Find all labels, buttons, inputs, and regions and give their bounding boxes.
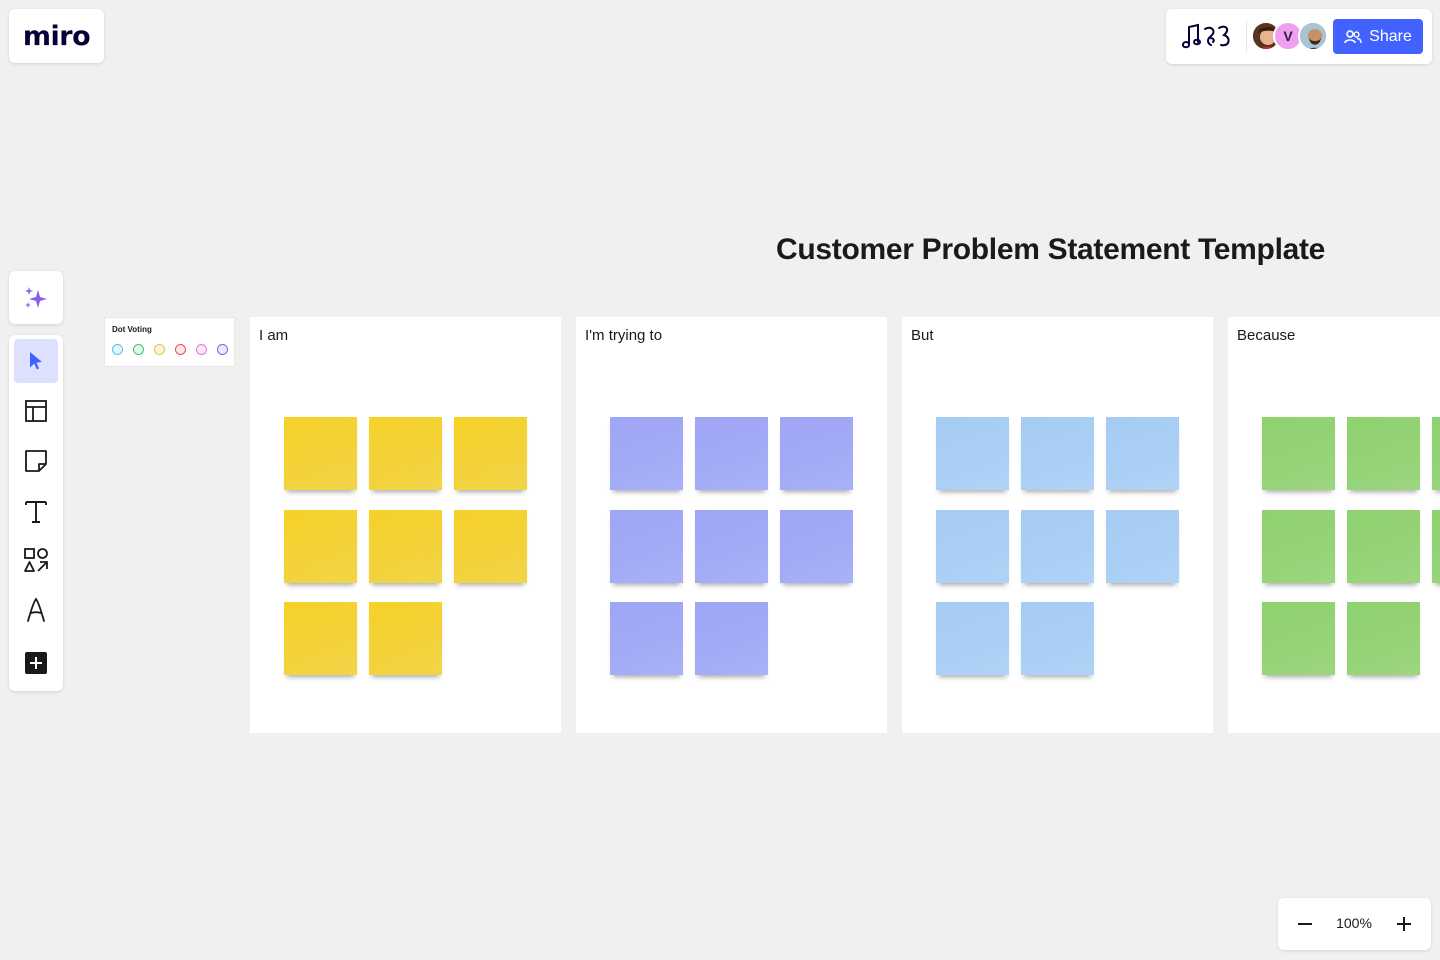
reactions-icon[interactable] — [1180, 21, 1234, 51]
sticky-note[interactable] — [1347, 417, 1420, 490]
divider — [1246, 21, 1247, 52]
frame-i-am[interactable]: I am — [250, 317, 561, 733]
sticky-note[interactable] — [284, 602, 357, 675]
sticky-note[interactable] — [695, 510, 768, 583]
sticky-note[interactable] — [610, 602, 683, 675]
vote-dot-cyan[interactable] — [112, 344, 123, 355]
sticky-note[interactable] — [1262, 602, 1335, 675]
frame-label: I'm trying to — [585, 327, 663, 344]
sticky-note[interactable] — [610, 510, 683, 583]
sticky-note[interactable] — [1021, 510, 1094, 583]
sticky-note[interactable] — [1347, 510, 1420, 583]
sticky-note-tool[interactable] — [14, 439, 58, 483]
zoom-out-button[interactable] — [1291, 910, 1319, 938]
dot-voting-widget[interactable]: Dot Voting — [104, 317, 235, 367]
sticky-note[interactable] — [1262, 510, 1335, 583]
sticky-note[interactable] — [284, 510, 357, 583]
dot-voting-title: Dot Voting — [112, 325, 152, 334]
sticky-note[interactable] — [454, 417, 527, 490]
sticky-note[interactable] — [936, 602, 1009, 675]
board-canvas[interactable]: miro V Share Customer Problem Statement … — [0, 0, 1440, 960]
pen-icon — [27, 597, 45, 622]
share-label: Share — [1369, 27, 1412, 45]
logo-panel[interactable]: miro — [9, 9, 104, 63]
plus-icon — [25, 652, 47, 674]
text-tool[interactable] — [14, 489, 58, 533]
sticky-note[interactable] — [936, 510, 1009, 583]
cursor-icon — [30, 352, 42, 370]
shapes-icon — [24, 548, 48, 572]
text-icon — [25, 501, 47, 523]
select-tool[interactable] — [14, 339, 58, 383]
avatar-initial: V — [1283, 28, 1293, 44]
sticky-note[interactable] — [369, 602, 442, 675]
frame-because[interactable]: Because — [1228, 317, 1440, 733]
vote-dot-green[interactable] — [133, 344, 144, 355]
more-tools-button[interactable] — [14, 641, 58, 685]
vote-dot-yellow[interactable] — [154, 344, 165, 355]
people-icon — [1344, 29, 1362, 43]
pen-tool[interactable] — [14, 588, 58, 632]
minus-icon — [1298, 923, 1312, 925]
creation-toolbar — [9, 335, 63, 691]
miro-logo: miro — [22, 20, 91, 52]
sticky-note[interactable] — [1106, 510, 1179, 583]
collaboration-bar: V Share — [1166, 9, 1432, 64]
sticky-note[interactable] — [695, 417, 768, 490]
sticky-note-icon — [25, 450, 47, 472]
board-title[interactable]: Customer Problem Statement Template — [776, 233, 1396, 267]
share-button[interactable]: Share — [1333, 19, 1423, 54]
sticky-note[interactable] — [1432, 417, 1440, 490]
layout-icon — [25, 400, 47, 422]
sticky-note[interactable] — [1347, 602, 1420, 675]
avatar[interactable] — [1298, 21, 1328, 51]
sticky-note[interactable] — [369, 510, 442, 583]
vote-dot-purple[interactable] — [217, 344, 228, 355]
sparkle-icon — [25, 286, 47, 308]
sticky-note[interactable] — [1021, 602, 1094, 675]
zoom-level[interactable]: 100% — [1326, 915, 1382, 931]
sticky-note[interactable] — [1432, 510, 1440, 583]
sticky-note[interactable] — [936, 417, 1009, 490]
plus-icon — [1397, 917, 1411, 931]
sticky-note[interactable] — [284, 417, 357, 490]
frame-label: Because — [1237, 327, 1296, 344]
vote-dot-red[interactable] — [175, 344, 186, 355]
user-photo-icon — [1300, 23, 1326, 49]
ai-assist-button[interactable] — [9, 271, 63, 324]
vote-dot-pink[interactable] — [196, 344, 207, 355]
sticky-note[interactable] — [1262, 417, 1335, 490]
zoom-in-button[interactable] — [1390, 910, 1418, 938]
sticky-note[interactable] — [369, 417, 442, 490]
shapes-tool[interactable] — [14, 538, 58, 582]
frame-label: I am — [259, 327, 289, 344]
sticky-note[interactable] — [780, 510, 853, 583]
sticky-note[interactable] — [454, 510, 527, 583]
frame-im-trying-to[interactable]: I'm trying to — [576, 317, 887, 733]
frame-but[interactable]: But — [902, 317, 1213, 733]
sticky-note[interactable] — [1021, 417, 1094, 490]
templates-tool[interactable] — [14, 389, 58, 433]
sticky-note[interactable] — [780, 417, 853, 490]
frame-label: But — [911, 327, 934, 344]
zoom-controls: 100% — [1278, 898, 1431, 950]
sticky-note[interactable] — [610, 417, 683, 490]
sticky-note[interactable] — [695, 602, 768, 675]
sticky-note[interactable] — [1106, 417, 1179, 490]
